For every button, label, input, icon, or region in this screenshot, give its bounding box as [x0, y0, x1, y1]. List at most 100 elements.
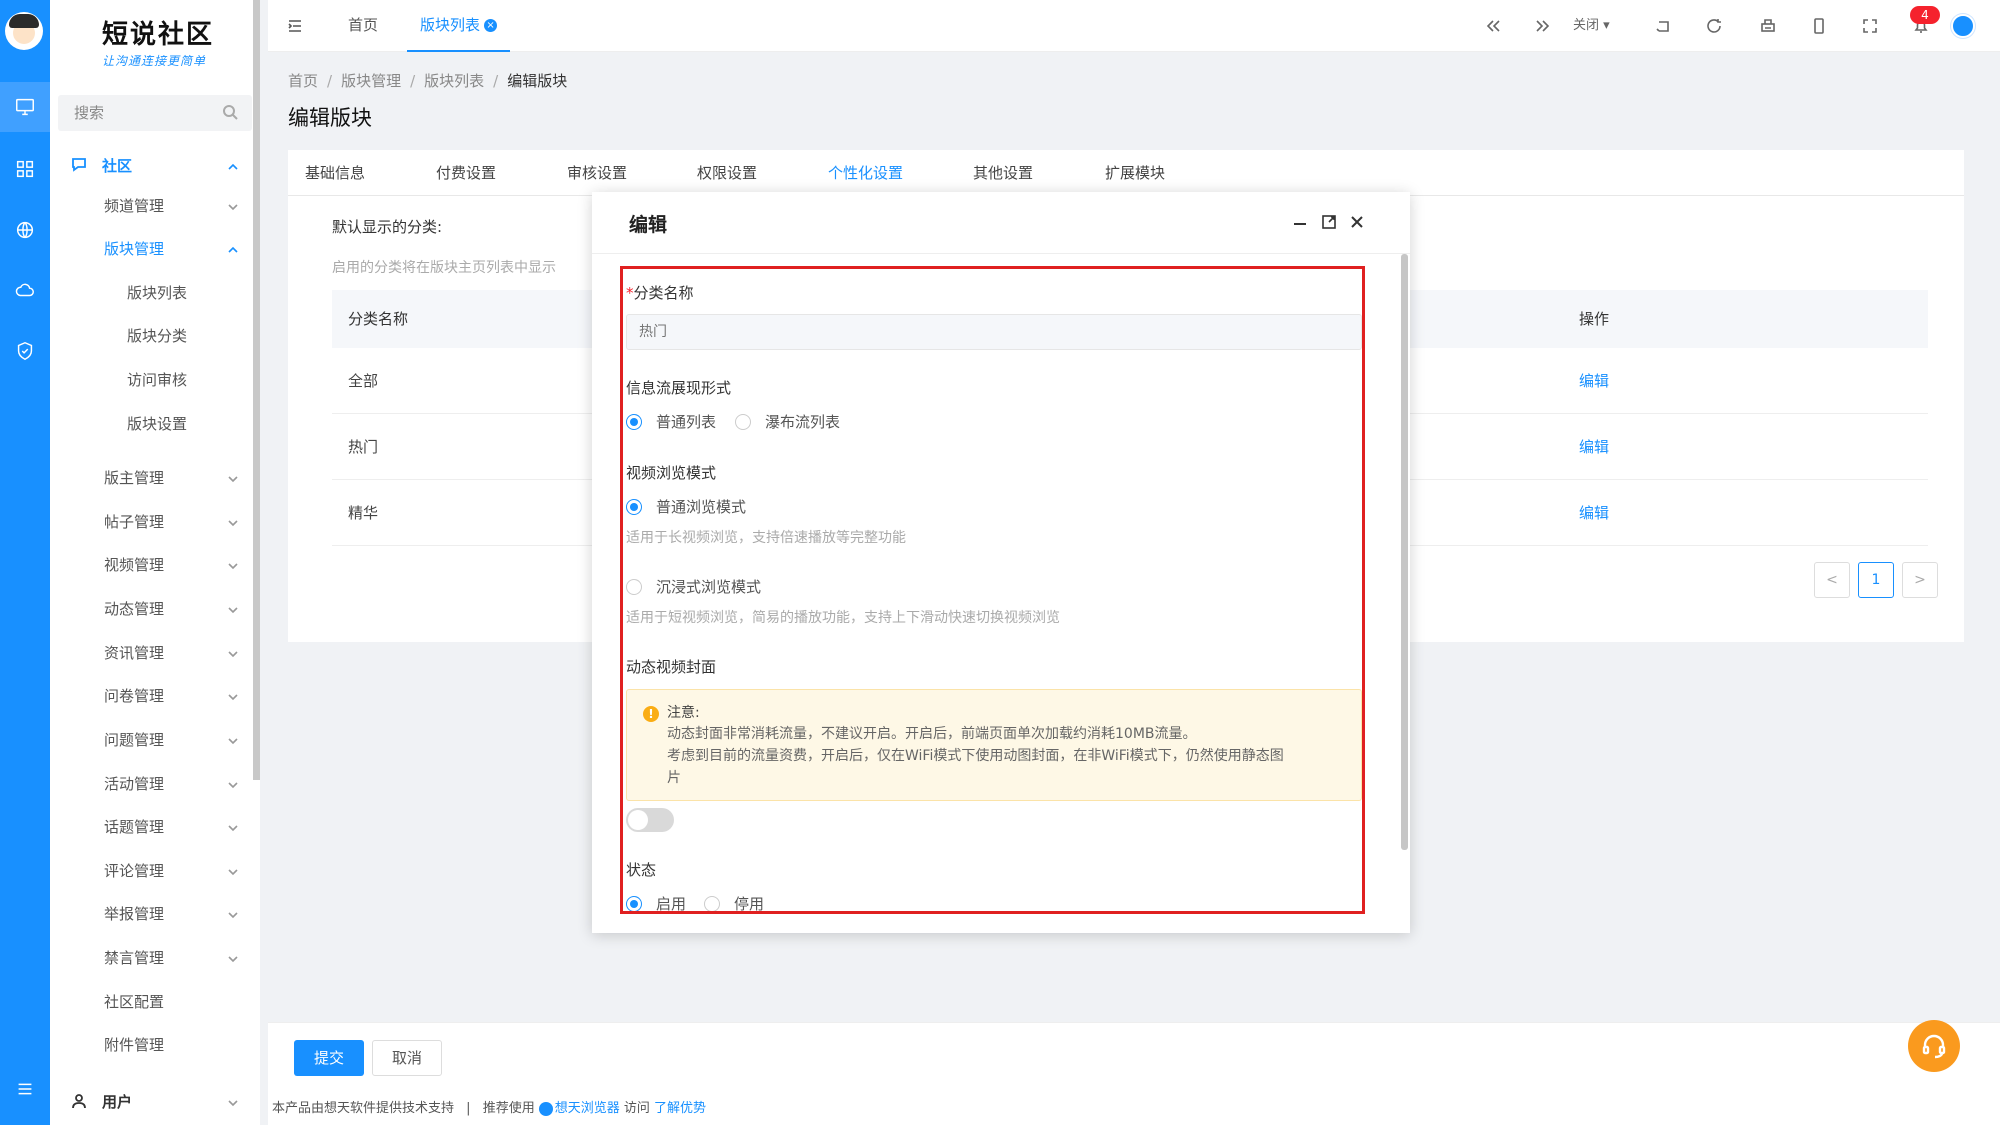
globe-icon[interactable]: [0, 205, 50, 255]
grid-icon[interactable]: [0, 144, 50, 194]
search-icon[interactable]: [222, 104, 238, 120]
mobile-icon[interactable]: [1809, 16, 1829, 36]
scroll-right-icon[interactable]: [1533, 16, 1553, 36]
headset-icon: [1922, 1034, 1946, 1059]
user-icon: [70, 1093, 88, 1109]
sidebar-item-comments[interactable]: 评论管理: [50, 855, 253, 885]
sidebar-item-moments[interactable]: 动态管理: [50, 593, 253, 623]
pager-prev-button[interactable]: <: [1814, 562, 1850, 598]
pager-next-button[interactable]: >: [1902, 562, 1938, 598]
edit-link[interactable]: 编辑: [1579, 348, 1609, 414]
breadcrumb-current: 编辑版块: [507, 72, 568, 90]
sidebar-item-reports[interactable]: 举报管理: [50, 898, 253, 928]
sidebar-item-board-settings[interactable]: 版块设置: [50, 408, 253, 438]
sidebar-item-attachments[interactable]: 附件管理: [50, 1029, 253, 1059]
chevron-down-icon: [227, 602, 239, 614]
sidebar-item-news[interactable]: 资讯管理: [50, 637, 253, 667]
sidebar-scrollbar[interactable]: [253, 0, 260, 780]
sidebar-item-questions[interactable]: 问题管理: [50, 724, 253, 754]
tab-payment[interactable]: 付费设置: [436, 150, 496, 196]
highlight-box: [620, 266, 1365, 914]
browser-logo-icon: [538, 1101, 553, 1116]
close-icon[interactable]: [1347, 212, 1367, 232]
cloud-icon[interactable]: [0, 265, 50, 315]
sidebar-item-events[interactable]: 活动管理: [50, 768, 253, 798]
chevron-down-icon: [227, 199, 239, 211]
edit-link[interactable]: 编辑: [1579, 414, 1609, 480]
printer-icon[interactable]: [1758, 16, 1778, 36]
edit-link[interactable]: 编辑: [1579, 480, 1609, 546]
sidebar-item-topics[interactable]: 话题管理: [50, 811, 253, 841]
sidebar-item-channel[interactable]: 频道管理: [50, 190, 253, 220]
chevron-down-icon: [227, 1095, 239, 1107]
page-title: 编辑版块: [288, 106, 372, 130]
customer-support-button[interactable]: [1908, 1020, 1960, 1072]
sidebar-item-survey[interactable]: 问卷管理: [50, 680, 253, 710]
sidebar-item-video[interactable]: 视频管理: [50, 549, 253, 579]
sidebar: 短说社区 让沟通连接更简单 社区 频道管理 版块管理 版块列表 版块分类 访问审…: [50, 0, 260, 1125]
sidebar-section-community[interactable]: 社区: [50, 150, 253, 180]
icon-rail: [0, 0, 50, 1125]
user-avatar[interactable]: [1951, 14, 1975, 38]
sidebar-item-community-config[interactable]: 社区配置: [50, 986, 253, 1016]
sidebar-search[interactable]: [58, 95, 252, 131]
chevron-down-icon: [227, 864, 239, 876]
shield-icon[interactable]: [0, 326, 50, 376]
submit-button[interactable]: 提交: [294, 1040, 364, 1076]
chevron-down-icon: [227, 471, 239, 483]
modal-scrollbar[interactable]: [1401, 254, 1408, 850]
breadcrumb: 首页 / 版块管理 / 版块列表 / 编辑版块: [288, 72, 568, 90]
tab-close-icon[interactable]: ×: [484, 19, 498, 32]
scroll-left-icon[interactable]: [1483, 16, 1503, 36]
sidebar-item-board[interactable]: 版块管理: [50, 233, 253, 263]
maximize-icon[interactable]: [1319, 212, 1339, 232]
breadcrumb-item[interactable]: 版块管理: [341, 72, 401, 90]
chevron-down-icon: [227, 820, 239, 832]
close-tabs-dropdown[interactable]: 关闭 ▾: [1573, 0, 1610, 52]
sidebar-item-board-category[interactable]: 版块分类: [50, 320, 253, 350]
avatar-hair: [9, 14, 39, 28]
tab-personalization[interactable]: 个性化设置: [828, 150, 903, 196]
settings-tabs: 基础信息 付费设置 审核设置 权限设置 个性化设置 其他设置 扩展模块: [288, 150, 1964, 196]
collapse-menu-icon[interactable]: [286, 17, 304, 35]
footer: 本产品由想天软件提供技术支持 | 推荐使用 想天浏览器 访问 了解优势: [268, 1092, 2000, 1125]
sidebar-item-mute[interactable]: 禁言管理: [50, 942, 253, 972]
sidebar-section-label: 社区: [102, 156, 133, 175]
tab-home[interactable]: 首页: [348, 0, 378, 52]
learn-advantages-link[interactable]: 了解优势: [654, 1101, 706, 1116]
chevron-down-icon: [227, 558, 239, 570]
cancel-button[interactable]: 取消: [372, 1040, 442, 1076]
sidebar-item-access-review[interactable]: 访问审核: [50, 364, 253, 394]
monitor-icon[interactable]: [0, 82, 50, 132]
menu-list-icon[interactable]: [0, 1064, 50, 1114]
app-avatar[interactable]: [5, 12, 43, 50]
back-icon[interactable]: [1653, 16, 1673, 36]
chevron-down-icon: [227, 646, 239, 658]
chat-icon: [70, 157, 88, 173]
chevron-down-icon: [227, 515, 239, 527]
search-input[interactable]: [58, 95, 218, 131]
sidebar-item-board-list[interactable]: 版块列表: [50, 277, 253, 307]
breadcrumb-item[interactable]: 版块列表: [424, 72, 484, 90]
chevron-down-icon: [227, 951, 239, 963]
tab-permissions[interactable]: 权限设置: [697, 150, 757, 196]
chevron-down-icon: [227, 907, 239, 919]
tab-board-list[interactable]: 版块列表 ×: [407, 0, 511, 52]
minimize-icon[interactable]: [1290, 212, 1310, 232]
chevron-up-icon: [227, 159, 239, 171]
edit-category-modal: 编辑 *分类名称 信息流展现形式 普通列表 瀑布流列表 视频浏览模式 普通浏览模…: [592, 192, 1410, 933]
refresh-icon[interactable]: [1704, 16, 1724, 36]
default-category-label: 默认显示的分类:: [332, 218, 443, 236]
sidebar-item-posts[interactable]: 帖子管理: [50, 506, 253, 536]
chevron-up-icon: [227, 242, 239, 254]
tab-other[interactable]: 其他设置: [973, 150, 1033, 196]
tab-basic-info[interactable]: 基础信息: [305, 150, 365, 196]
breadcrumb-item[interactable]: 首页: [288, 72, 318, 90]
sidebar-section-user[interactable]: 用户: [50, 1086, 253, 1116]
tab-review[interactable]: 审核设置: [567, 150, 627, 196]
tab-extensions[interactable]: 扩展模块: [1105, 150, 1165, 196]
pager-page-button[interactable]: 1: [1858, 562, 1894, 598]
sidebar-item-moderator[interactable]: 版主管理: [50, 462, 253, 492]
browser-link[interactable]: 想天浏览器: [555, 1101, 620, 1116]
fullscreen-icon[interactable]: [1860, 16, 1880, 36]
